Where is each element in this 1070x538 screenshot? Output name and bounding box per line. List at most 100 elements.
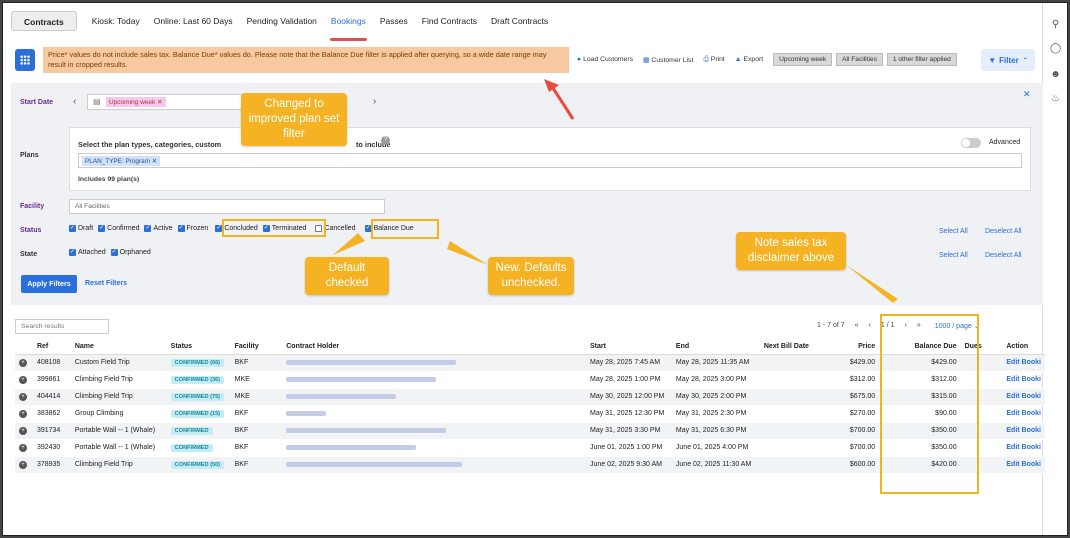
status-cancelled-label: Cancelled <box>324 225 356 232</box>
edit-booking-link[interactable]: Edit Booki <box>1006 359 1041 366</box>
tab-bookings[interactable]: Bookings <box>324 11 373 41</box>
state-select-all[interactable]: Select All <box>939 252 968 259</box>
ref-cell: 391734 <box>32 422 71 440</box>
expand-row-icon[interactable]: + <box>19 375 27 384</box>
state-deselect-all[interactable]: Deselect All <box>985 252 1022 259</box>
expand-row-icon[interactable]: + <box>19 443 27 452</box>
col-price[interactable]: Price <box>833 340 880 355</box>
redacted-holder <box>286 461 463 467</box>
export-button[interactable]: ▲ Export <box>735 56 763 63</box>
col-start[interactable]: Start <box>585 340 672 355</box>
expand-row-icon[interactable]: + <box>19 409 27 418</box>
edit-booking-link[interactable]: Edit Booki <box>1006 444 1041 451</box>
close-filters-icon[interactable]: ✕ <box>1023 89 1031 100</box>
col-contract-holder[interactable]: Contract Holder <box>282 340 586 355</box>
remove-tag-icon[interactable]: ✕ <box>157 99 162 106</box>
plan-tag[interactable]: PLAN_TYPE: Program ✕ <box>82 156 161 166</box>
edit-booking-link[interactable]: Edit Booki <box>1006 461 1041 468</box>
expand-cell[interactable]: + <box>15 354 33 372</box>
print-button[interactable]: ⎙ Print <box>703 56 724 64</box>
expand-cell[interactable]: + <box>15 405 33 423</box>
tab-draft-contracts[interactable]: Draft Contracts <box>484 11 555 31</box>
status-active-checkbox[interactable]: ✓ Active <box>144 225 173 232</box>
status-frozen-checkbox[interactable]: ✓ Frozen <box>177 225 208 232</box>
contract-holder-cell[interactable] <box>282 354 586 372</box>
expand-row-icon[interactable]: + <box>19 426 27 435</box>
tab-pending-validation[interactable]: Pending Validation <box>240 11 324 31</box>
state-orphaned-checkbox[interactable]: ✓ Orphaned <box>110 249 151 256</box>
start-date-field[interactable]: ▤ Upcoming week ✕ <box>87 94 259 110</box>
edit-booking-link[interactable]: Edit Booki <box>1006 410 1041 417</box>
tab-find-contracts[interactable]: Find Contracts <box>415 11 484 31</box>
remove-plan-icon[interactable]: ✕ <box>152 158 157 165</box>
status-confirmed-checkbox[interactable]: ✓ Confirmed <box>98 225 139 232</box>
tab-online-last-60-days[interactable]: Online: Last 60 Days <box>147 11 240 31</box>
user-icon[interactable]: ☻ <box>1050 69 1061 80</box>
users-icon: ● <box>577 56 582 63</box>
status-badge: CONFIRMED (15) <box>170 409 225 418</box>
edit-booking-link[interactable]: Edit Booki <box>1006 393 1041 400</box>
col-facility[interactable]: Facility <box>230 340 283 355</box>
apply-filters-button[interactable]: Apply Filters <box>21 275 77 293</box>
chip-upcoming-week[interactable]: Upcoming week <box>773 53 833 66</box>
edit-booking-link[interactable]: Edit Booki <box>1006 376 1041 383</box>
customer-list-label: Customer List <box>651 56 694 64</box>
facility-select[interactable]: All Facilities <box>69 199 385 214</box>
prev-date-icon[interactable]: ‹ <box>73 96 76 107</box>
first-page-icon[interactable]: « <box>855 322 859 330</box>
search-icon[interactable]: ⚲ <box>1050 19 1061 30</box>
prev-page-icon[interactable]: ‹ <box>869 322 871 330</box>
help-icon[interactable]: ? <box>381 136 390 145</box>
reset-filters-link[interactable]: Reset Filters <box>85 280 127 287</box>
col-end[interactable]: End <box>671 340 760 355</box>
next-date-icon[interactable]: › <box>373 96 376 107</box>
load-customers-button[interactable]: ● Load Customers <box>577 56 633 63</box>
expand-cell[interactable]: + <box>15 439 33 457</box>
advanced-toggle[interactable] <box>961 138 981 148</box>
col-action: Action <box>1002 340 1045 355</box>
facility-cell: BKF <box>230 439 283 457</box>
contract-holder-cell[interactable] <box>282 439 586 457</box>
expand-column-header <box>15 340 33 355</box>
status-draft-checkbox[interactable]: ✓ Draft <box>69 225 93 232</box>
chip-all-facilities[interactable]: All Facilities <box>836 53 883 66</box>
tab-kiosk-today[interactable]: Kiosk: Today <box>85 11 147 31</box>
customer-list-button[interactable]: ▦ Customer List <box>643 56 693 64</box>
next-bill-cell <box>759 388 834 406</box>
expand-row-icon[interactable]: + <box>19 460 27 469</box>
chip-other-filter[interactable]: 1 other filter applied <box>886 53 957 66</box>
results-range: 1 - 7 of 7 <box>817 322 845 329</box>
status-cell: CONFIRMED (50) <box>166 456 231 474</box>
expand-cell[interactable]: + <box>15 422 33 440</box>
action-cell: Edit Booki <box>1002 354 1045 372</box>
tab-contracts[interactable]: Contracts <box>11 11 77 31</box>
expand-cell[interactable]: + <box>15 371 33 389</box>
contract-holder-cell[interactable] <box>282 422 586 440</box>
contract-holder-cell[interactable] <box>282 456 586 474</box>
state-checkboxes: ✓ Attached ✓ Orphaned <box>69 249 151 256</box>
date-tag-upcoming-week[interactable]: Upcoming week ✕ <box>106 97 166 107</box>
expand-row-icon[interactable]: + <box>19 358 27 367</box>
contract-holder-cell[interactable] <box>282 371 586 389</box>
filter-button[interactable]: ▼ Filter ⌃ <box>981 49 1035 71</box>
search-results-input[interactable]: Search results <box>15 319 109 334</box>
col-name[interactable]: Name <box>70 340 167 355</box>
tab-passes[interactable]: Passes <box>373 11 415 31</box>
dollar-icon[interactable]: ◯ <box>1050 43 1061 54</box>
col-next-bill-date[interactable]: Next Bill Date <box>759 340 834 355</box>
expand-cell[interactable]: + <box>15 456 33 474</box>
edit-booking-link[interactable]: Edit Booki <box>1006 427 1041 434</box>
status-select-all[interactable]: Select All <box>939 228 968 235</box>
contract-holder-cell[interactable] <box>282 405 586 423</box>
apps-grid-button[interactable] <box>15 49 35 71</box>
status-deselect-all[interactable]: Deselect All <box>985 228 1022 235</box>
col-status[interactable]: Status <box>166 340 231 355</box>
col-ref[interactable]: Ref <box>32 340 71 355</box>
contract-holder-cell[interactable] <box>282 388 586 406</box>
expand-cell[interactable]: + <box>15 388 33 406</box>
expand-row-icon[interactable]: + <box>19 392 27 401</box>
state-attached-checkbox[interactable]: ✓ Attached <box>69 249 106 256</box>
plans-input[interactable]: PLAN_TYPE: Program ✕ <box>78 153 1022 168</box>
bell-icon[interactable]: ♨ <box>1050 93 1061 104</box>
facility-cell: MKE <box>230 388 283 406</box>
